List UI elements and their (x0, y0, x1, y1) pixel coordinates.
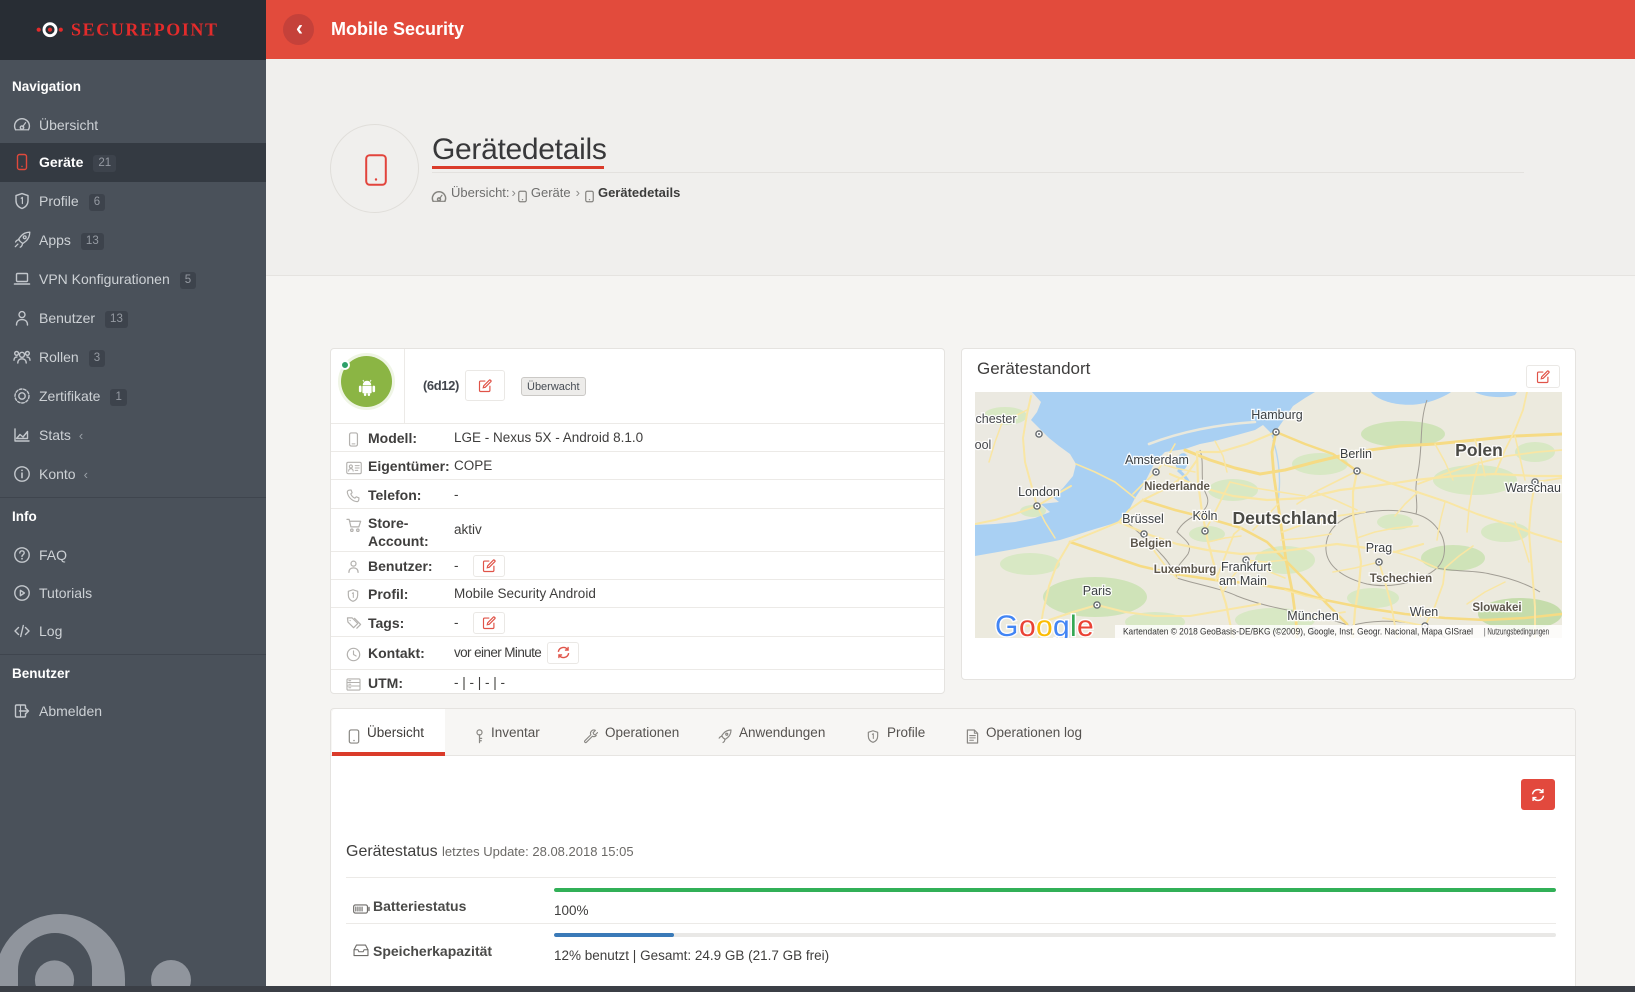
svg-text:o: o (1019, 610, 1036, 638)
svg-text:chester: chester (976, 412, 1017, 426)
svg-text:Frankfurt: Frankfurt (1221, 560, 1272, 574)
svg-text:am Main: am Main (1219, 574, 1267, 588)
svg-text:Kartendaten © 2018 GeoBasis-DE: Kartendaten © 2018 GeoBasis-DE/BKG (©200… (1123, 627, 1473, 638)
svg-text:| Nutzungsbedingungen: | Nutzungsbedingungen (1484, 627, 1549, 638)
svg-text:Amsterdam: Amsterdam (1125, 453, 1189, 467)
svg-text:München: München (1287, 609, 1338, 623)
svg-text:SECUREPOINT: SECUREPOINT (71, 20, 219, 40)
svg-text:Polen: Polen (1455, 440, 1503, 460)
svg-text:Hamburg: Hamburg (1251, 408, 1302, 422)
svg-text:Prag: Prag (1366, 541, 1392, 555)
svg-text:Paris: Paris (1083, 584, 1111, 598)
svg-text:Wien: Wien (1410, 605, 1439, 619)
svg-text:Luxemburg: Luxemburg (1154, 564, 1217, 576)
svg-text:g: g (1053, 610, 1070, 638)
svg-text:e: e (1077, 610, 1094, 638)
svg-text:l: l (1070, 610, 1077, 638)
svg-text:o: o (1036, 610, 1053, 638)
svg-text:Köln: Köln (1192, 509, 1217, 523)
svg-text:Berlin: Berlin (1340, 447, 1372, 461)
svg-text:Brüssel: Brüssel (1122, 512, 1164, 526)
svg-text:Warschau: Warschau (1505, 481, 1561, 495)
svg-text:ool: ool (975, 438, 991, 452)
svg-text:Deutschland: Deutschland (1232, 508, 1337, 528)
svg-text:Belgien: Belgien (1130, 538, 1172, 550)
svg-text:Tschechien: Tschechien (1370, 573, 1432, 585)
svg-text:Slowakei: Slowakei (1472, 602, 1521, 614)
svg-text:Niederlande: Niederlande (1144, 481, 1210, 493)
svg-text:London: London (1018, 485, 1060, 499)
svg-text:G: G (995, 610, 1018, 638)
